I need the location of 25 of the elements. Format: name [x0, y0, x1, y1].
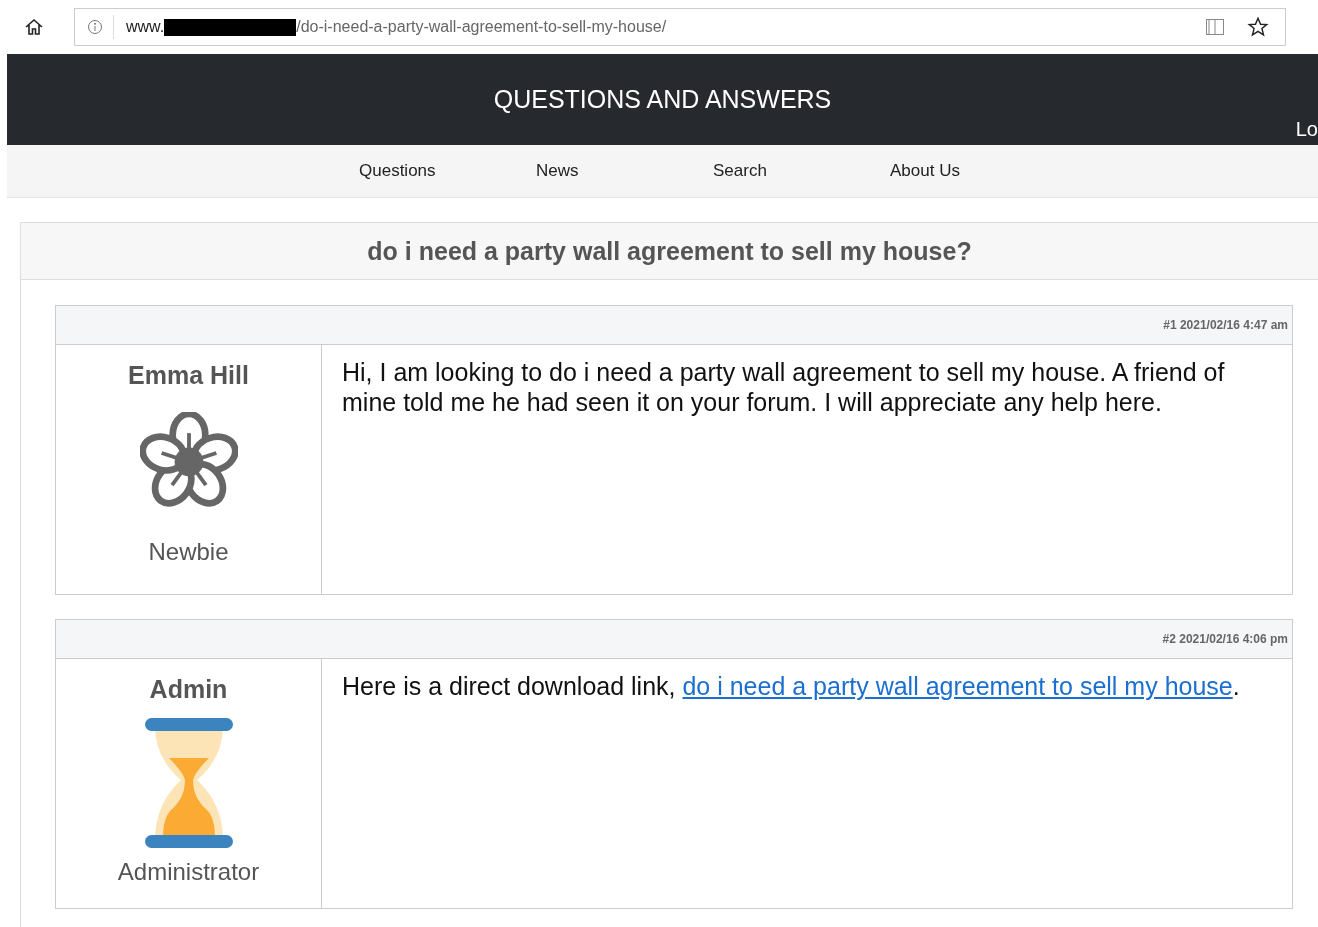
post-text: Hi, I am looking to do i need a party wall agreement to sell my house. A friend of mine told me he had seen it on your forum. I will appreciate any help here.: [341, 357, 1226, 418]
star-icon[interactable]: [1247, 16, 1269, 38]
post-meta: #2 2021/02/16 4:06 pm: [1162, 632, 1288, 646]
author-name: Emma Hill: [128, 361, 249, 390]
home-icon[interactable]: [24, 17, 44, 37]
author-name: Admin: [149, 675, 228, 704]
author-rank: Administrator: [117, 858, 260, 886]
author-rank: Newbie: [148, 538, 229, 566]
flower-icon: [139, 412, 238, 508]
nav-link[interactable]: About Us: [890, 161, 1067, 181]
url-host: www.: [126, 18, 165, 36]
info-icon[interactable]: [87, 19, 103, 35]
nav-link[interactable]: News: [536, 161, 713, 181]
nav-link[interactable]: Questions: [359, 161, 536, 181]
url-path: /do-i-need-a-party-wall-agreement-to-sell-my-house/: [296, 18, 667, 36]
address-bar[interactable]: www. /do-i-need-a-party-wall-agreement-to-sell-my-house/: [74, 8, 1286, 46]
hourglass-icon: [144, 718, 233, 848]
header-link[interactable]: Lo: [1295, 118, 1318, 141]
post-meta: #1 2021/02/16 4:47 am: [1163, 318, 1288, 332]
topic-title: do i need a party wall agreement to sell my house?: [367, 236, 972, 266]
post-text: Here is a direct download link, do i need a party wall agreement to sell my house.: [341, 671, 1241, 702]
download-link[interactable]: do i need a party wall agreement to sell my house: [682, 672, 1233, 700]
site-title: QUESTIONS AND ANSWERS: [493, 85, 832, 114]
book-icon[interactable]: [1205, 17, 1225, 37]
nav-link[interactable]: Search: [713, 161, 890, 181]
